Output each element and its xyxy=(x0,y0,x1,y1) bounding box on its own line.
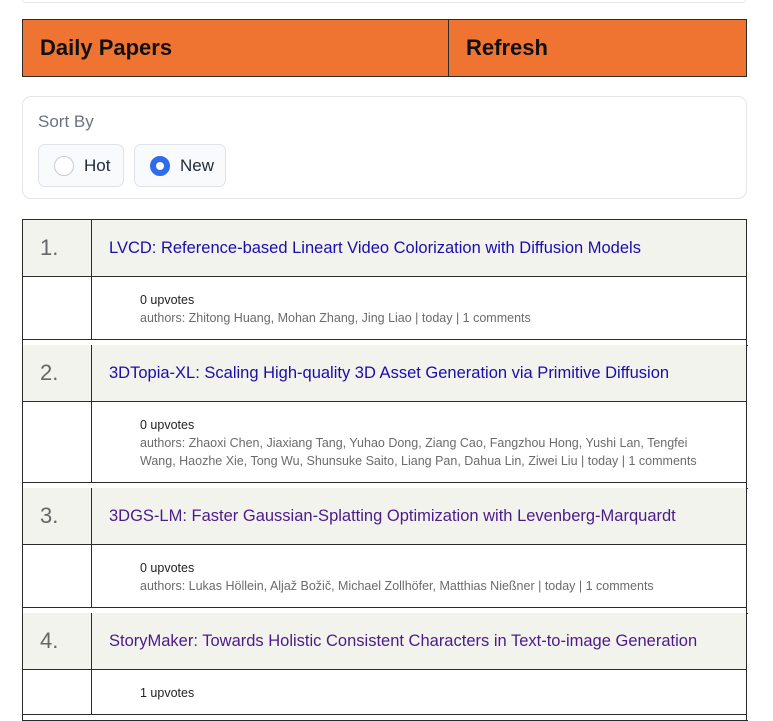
paper-meta-row: 1 upvotes xyxy=(23,670,746,714)
paper-meta-cell: 1 upvotes xyxy=(92,670,746,714)
paper-rank: 2. xyxy=(23,345,92,401)
paper-rank: 1. xyxy=(23,220,92,276)
paper-upvotes: 0 upvotes xyxy=(140,561,195,575)
paper-authors: authors: Zhitong Huang, Mohan Zhang, Jin… xyxy=(140,311,531,325)
paper-upvotes: 1 upvotes xyxy=(140,686,195,700)
paper-title-row: 2. 3DTopia-XL: Scaling High-quality 3D A… xyxy=(23,345,746,402)
paper-entry: 1. LVCD: Reference-based Lineart Video C… xyxy=(21,220,748,346)
paper-meta-cell: 0 upvotes authors: Zhitong Huang, Mohan … xyxy=(92,277,746,339)
empty-rank-cell xyxy=(23,670,92,714)
paper-meta-cell: 0 upvotes authors: Zhaoxi Chen, Jiaxiang… xyxy=(92,402,746,482)
paper-title-cell: LVCD: Reference-based Lineart Video Colo… xyxy=(92,220,746,276)
paper-title-cell: 3DGS-LM: Faster Gaussian-Splatting Optim… xyxy=(92,488,746,544)
empty-rank-cell xyxy=(23,402,92,482)
sort-option-new[interactable]: New xyxy=(134,144,226,187)
sort-by-panel: Sort By Hot New xyxy=(22,96,747,199)
empty-rank-cell xyxy=(23,277,92,339)
paper-authors: authors: Zhaoxi Chen, Jiaxiang Tang, Yuh… xyxy=(140,436,697,468)
sort-option-label: New xyxy=(180,155,215,175)
paper-meta-row: 0 upvotes authors: Zhitong Huang, Mohan … xyxy=(23,277,746,339)
paper-meta-cell: 0 upvotes authors: Lukas Höllein, Aljaž … xyxy=(92,545,746,607)
paper-title-row: 1. LVCD: Reference-based Lineart Video C… xyxy=(23,220,746,277)
paper-rank: 4. xyxy=(23,613,92,669)
paper-title-link[interactable]: 3DGS-LM: Faster Gaussian-Splatting Optim… xyxy=(109,507,676,526)
radio-unchecked-icon[interactable] xyxy=(54,155,74,176)
sort-option-label: Hot xyxy=(84,155,111,175)
sort-by-label: Sort By xyxy=(38,112,94,131)
page-title: Daily Papers xyxy=(23,20,449,76)
paper-upvotes: 0 upvotes xyxy=(140,293,195,307)
paper-title-cell: 3DTopia-XL: Scaling High-quality 3D Asse… xyxy=(92,345,746,401)
paper-title-cell: StoryMaker: Towards Holistic Consistent … xyxy=(92,613,746,669)
top-panel-edge xyxy=(22,0,746,3)
papers-table: 1. LVCD: Reference-based Lineart Video C… xyxy=(21,219,748,721)
paper-authors: authors: Lukas Höllein, Aljaž Božič, Mic… xyxy=(140,579,654,593)
paper-rank: 3. xyxy=(23,488,92,544)
paper-title-link[interactable]: 3DTopia-XL: Scaling High-quality 3D Asse… xyxy=(109,364,669,383)
paper-meta-row: 0 upvotes authors: Lukas Höllein, Aljaž … xyxy=(23,545,746,607)
paper-title-link[interactable]: StoryMaker: Towards Holistic Consistent … xyxy=(109,632,697,651)
sort-option-hot[interactable]: Hot xyxy=(38,144,124,187)
paper-title-link[interactable]: LVCD: Reference-based Lineart Video Colo… xyxy=(109,239,641,258)
paper-upvotes: 0 upvotes xyxy=(140,418,195,432)
paper-title-row: 3. 3DGS-LM: Faster Gaussian-Splatting Op… xyxy=(23,488,746,545)
paper-title-row: 4. StoryMaker: Towards Holistic Consiste… xyxy=(23,613,746,670)
radio-checked-icon[interactable] xyxy=(150,155,170,176)
paper-entry: 3. 3DGS-LM: Faster Gaussian-Splatting Op… xyxy=(21,488,748,614)
paper-meta-row: 0 upvotes authors: Zhaoxi Chen, Jiaxiang… xyxy=(23,402,746,482)
refresh-button[interactable]: Refresh xyxy=(449,20,746,76)
header-bar: Daily Papers Refresh xyxy=(22,19,747,77)
paper-entry: 2. 3DTopia-XL: Scaling High-quality 3D A… xyxy=(21,345,748,489)
empty-rank-cell xyxy=(23,545,92,607)
